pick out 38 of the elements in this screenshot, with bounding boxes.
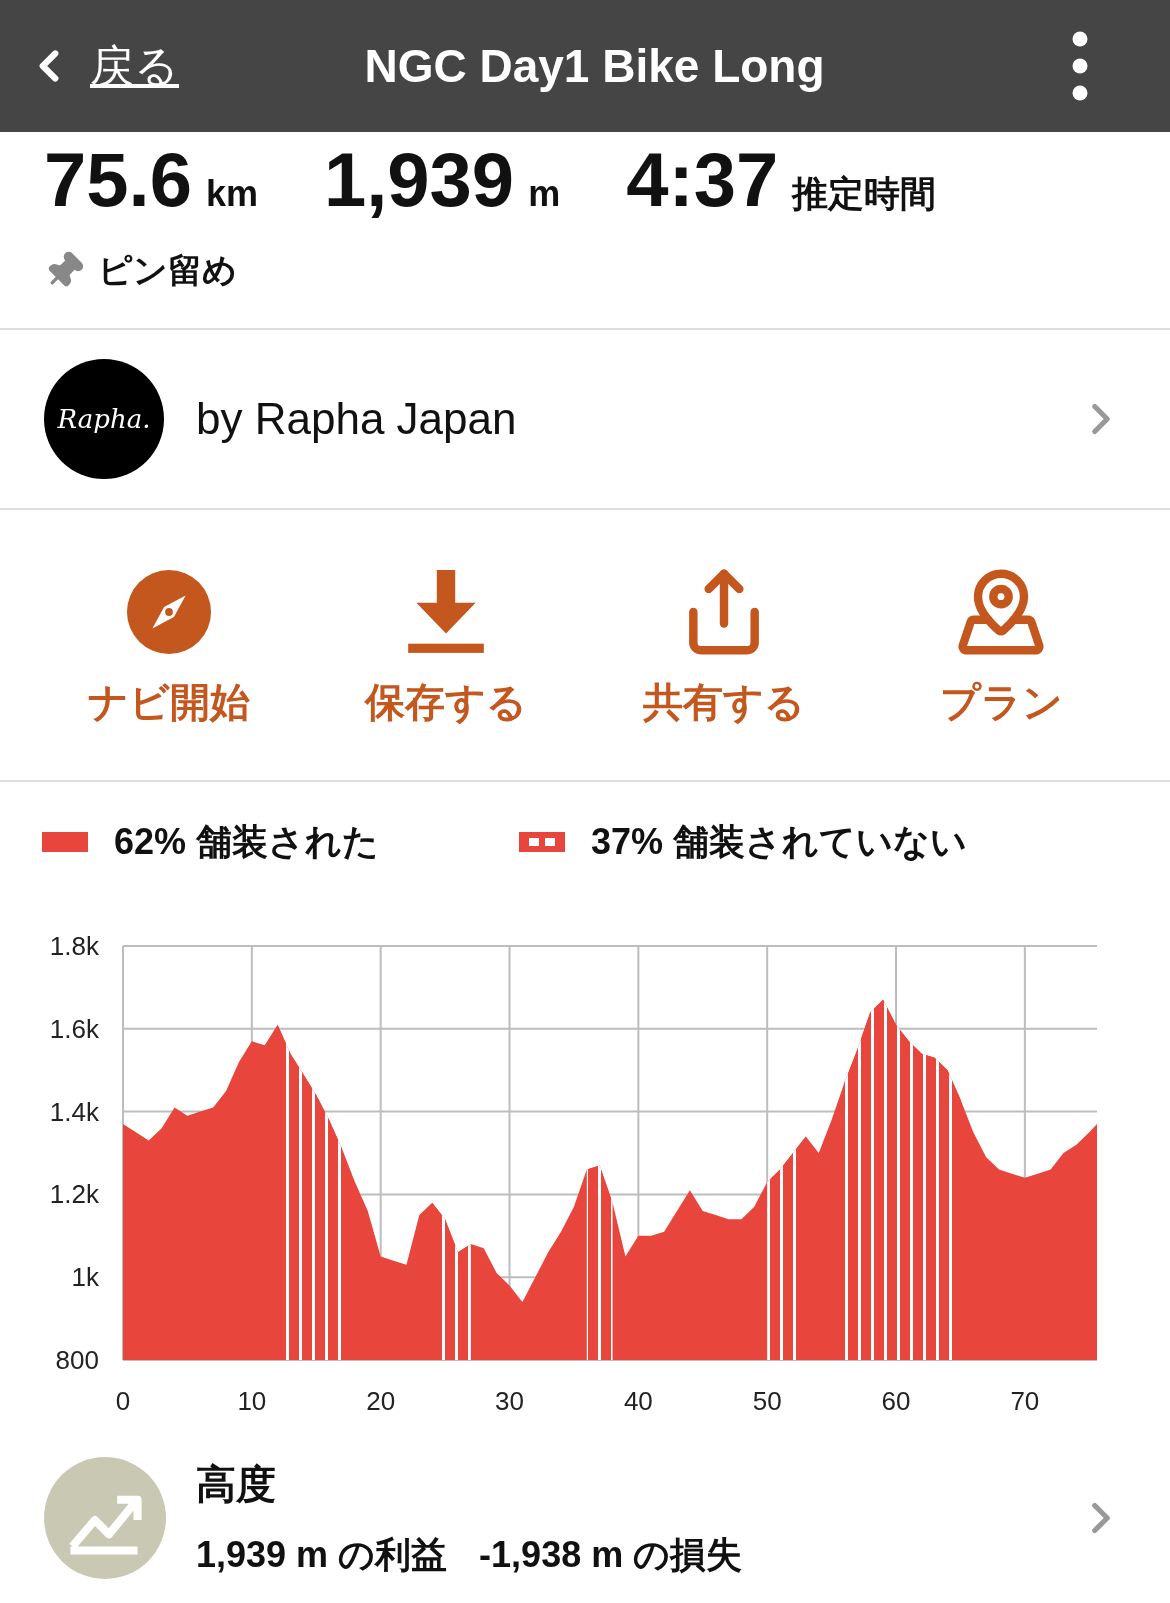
back-link[interactable]: 戻る: [90, 33, 179, 99]
elevation-gain: 1,939 m の利益: [196, 1533, 448, 1577]
pin-label[interactable]: ピン留め: [98, 245, 237, 296]
stat-value: 4:37: [626, 142, 779, 218]
x-axis-label: 0: [115, 1386, 131, 1416]
stat-value: 1,939: [323, 142, 515, 218]
elevation-title: 高度: [196, 1461, 277, 1508]
action-button[interactable]: ナビ開始: [30, 566, 308, 780]
logo-text: Rapha.: [57, 402, 151, 436]
window-title: NGC Day1 Bike Long: [363, 38, 826, 94]
trend-up-icon: [44, 1457, 166, 1579]
legend-label: 62% 舗装された: [114, 820, 380, 864]
y-axis-label: 1k: [71, 1262, 99, 1293]
y-axis-label: 800: [55, 1345, 99, 1375]
action-button[interactable]: 共有する: [585, 566, 863, 780]
x-axis-label: 50: [752, 1386, 782, 1416]
x-axis-label: 40: [623, 1386, 653, 1416]
action-button[interactable]: プラン: [862, 566, 1140, 780]
author-row[interactable]: Rapha. by Rapha Japan: [0, 330, 1170, 510]
stat-unit: 推定時間: [792, 172, 937, 216]
stat-unit: km: [205, 172, 258, 216]
stat-value: 75.6: [44, 142, 192, 218]
more-menu-icon[interactable]: [1070, 31, 1090, 101]
y-axis-label: 1.8k: [49, 931, 99, 961]
action-button[interactable]: 保存する: [307, 566, 585, 780]
y-axis-label: 1.2k: [49, 1179, 99, 1210]
elevation-loss: -1,938 m の損失: [479, 1533, 743, 1577]
author-name: by Rapha Japan: [196, 393, 518, 445]
x-axis-label: 30: [495, 1386, 524, 1416]
x-axis-label: 10: [237, 1386, 267, 1416]
y-axis-label: 1.4k: [49, 1096, 99, 1127]
x-axis-label: 20: [366, 1386, 396, 1416]
compass-icon: [124, 568, 213, 656]
y-axis-label: 1.6k: [49, 1013, 99, 1044]
stat-unit: m: [528, 172, 561, 216]
x-axis-label: 60: [881, 1386, 911, 1416]
x-axis-label: 70: [1010, 1386, 1040, 1416]
legend-label: 37% 舗装されていない: [591, 820, 968, 864]
